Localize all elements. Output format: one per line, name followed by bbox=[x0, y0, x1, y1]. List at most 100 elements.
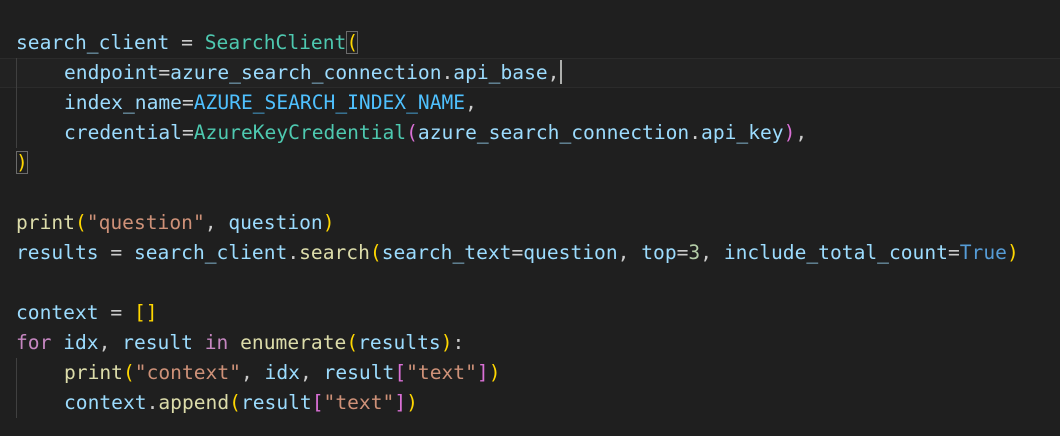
token-operator: = bbox=[511, 241, 524, 264]
token-open-paren-matched: ( bbox=[346, 31, 359, 54]
indent-guide bbox=[16, 118, 17, 148]
indent-guide bbox=[16, 358, 17, 388]
code-line-7[interactable]: print("question", question) bbox=[0, 208, 1060, 238]
token-comma: , bbox=[547, 61, 560, 84]
token-close-paren: ) bbox=[406, 391, 418, 414]
token-close-paren: ) bbox=[322, 211, 335, 234]
token-dot: . bbox=[146, 391, 159, 414]
token-dot: . bbox=[287, 241, 300, 264]
token-close-bracket: ] bbox=[394, 391, 407, 414]
token-open-paren: ( bbox=[346, 331, 359, 354]
token-operator: = bbox=[181, 91, 194, 114]
token-open-bracket: [ bbox=[394, 361, 407, 384]
token-close-paren: ) bbox=[783, 121, 796, 144]
token-variable: azure_search_connection bbox=[417, 121, 690, 144]
token-variable: context bbox=[16, 301, 99, 324]
token-string: "text" bbox=[323, 391, 395, 414]
token-keyword-for: for bbox=[16, 331, 52, 354]
token-colon: : bbox=[452, 331, 465, 354]
token-operator: = bbox=[169, 31, 205, 54]
token-variable: context bbox=[64, 391, 147, 414]
code-line-4[interactable]: credential=AzureKeyCredential(azure_sear… bbox=[0, 118, 1060, 148]
indent-guide bbox=[16, 88, 17, 118]
token-variable: results bbox=[16, 241, 99, 264]
code-line-1[interactable]: search_client = SearchClient( bbox=[0, 28, 1060, 58]
token-number: 3 bbox=[688, 241, 701, 264]
code-line-3[interactable]: index_name=AZURE_SEARCH_INDEX_NAME, bbox=[0, 88, 1060, 118]
token-dot: . bbox=[689, 121, 702, 144]
token-operator: = bbox=[98, 241, 134, 264]
token-operator: = bbox=[947, 241, 960, 264]
token-comma: , bbox=[299, 361, 324, 384]
token-attribute: api_base bbox=[453, 61, 548, 84]
token-comma: , bbox=[617, 241, 642, 264]
text-cursor bbox=[560, 60, 563, 84]
code-line-8[interactable]: results = search_client.search(search_te… bbox=[0, 238, 1060, 268]
token-constant: AZURE_SEARCH_INDEX_NAME bbox=[193, 91, 466, 114]
token-operator: = bbox=[181, 121, 194, 144]
code-line-2[interactable]: endpoint=azure_search_connection.api_bas… bbox=[0, 58, 1060, 88]
token-open-paren: ( bbox=[122, 361, 135, 384]
token-comma: , bbox=[465, 91, 477, 114]
token-string: "question" bbox=[86, 211, 205, 234]
token-close-paren: ) bbox=[488, 361, 501, 384]
token-function: enumerate bbox=[240, 331, 347, 354]
token-variable: question bbox=[228, 211, 323, 234]
token-keyword-in: in bbox=[204, 331, 229, 354]
code-line-12[interactable]: print("context", idx, result["text"]) bbox=[0, 358, 1060, 388]
token-variable: results bbox=[358, 331, 441, 354]
token-function: search bbox=[299, 241, 370, 264]
token-variable: result bbox=[122, 331, 193, 354]
token-function: append bbox=[158, 391, 230, 414]
token-close-bracket: ] bbox=[476, 361, 489, 384]
code-line-6[interactable] bbox=[0, 178, 1060, 208]
token-dot: . bbox=[441, 61, 454, 84]
token-operator: = bbox=[98, 301, 134, 324]
token-variable: azure_search_connection bbox=[170, 61, 442, 84]
code-line-11[interactable]: for idx, result in enumerate(results): bbox=[0, 328, 1060, 358]
token-function: print bbox=[64, 361, 123, 384]
indent-guide bbox=[16, 58, 17, 88]
code-line-13[interactable]: context.append(result["text"]) bbox=[0, 388, 1060, 418]
token-parameter: search_text bbox=[381, 241, 512, 264]
token-attribute: api_key bbox=[701, 121, 784, 144]
code-line-5[interactable]: ) bbox=[0, 148, 1060, 178]
token-class: AzureKeyCredential bbox=[193, 121, 407, 144]
token-open-paren: ( bbox=[229, 391, 241, 414]
token-parameter: top bbox=[641, 241, 677, 264]
token-class: SearchClient bbox=[204, 31, 347, 54]
token-open-paren: ( bbox=[406, 121, 418, 144]
token-keyword-constant: True bbox=[959, 241, 1007, 264]
token-parameter: index_name bbox=[64, 91, 182, 114]
token-operator: = bbox=[676, 241, 689, 264]
token-operator: = bbox=[158, 61, 171, 84]
code-line-9[interactable] bbox=[0, 268, 1060, 298]
token-variable: idx bbox=[63, 331, 99, 354]
token-parameter: endpoint bbox=[64, 61, 159, 84]
indent-guide bbox=[16, 388, 17, 418]
token-function: print bbox=[16, 211, 75, 234]
code-editor[interactable]: search_client = SearchClient( endpoint=a… bbox=[0, 0, 1060, 436]
code-line-10[interactable]: context = [] bbox=[0, 298, 1060, 328]
token-parameter: credential bbox=[64, 121, 182, 144]
token-close-paren: ) bbox=[1006, 241, 1019, 264]
token-comma: , bbox=[98, 331, 123, 354]
token-string: "text" bbox=[406, 361, 477, 384]
token-comma: , bbox=[204, 211, 229, 234]
token-open-paren: ( bbox=[74, 211, 87, 234]
token-close-paren: ) bbox=[440, 331, 453, 354]
token-variable: idx bbox=[264, 361, 300, 384]
token-open-paren: ( bbox=[369, 241, 382, 264]
token-open-bracket: [ bbox=[311, 391, 324, 414]
token-variable: result bbox=[240, 391, 312, 414]
token-variable: result bbox=[323, 361, 395, 384]
token-parameter: include_total_count bbox=[723, 241, 948, 264]
token-variable: question bbox=[523, 241, 618, 264]
token-variable: search_client bbox=[133, 241, 288, 264]
token-string: "context" bbox=[134, 361, 241, 384]
token-close-paren-matched: ) bbox=[16, 151, 28, 174]
token-comma: , bbox=[795, 121, 808, 144]
